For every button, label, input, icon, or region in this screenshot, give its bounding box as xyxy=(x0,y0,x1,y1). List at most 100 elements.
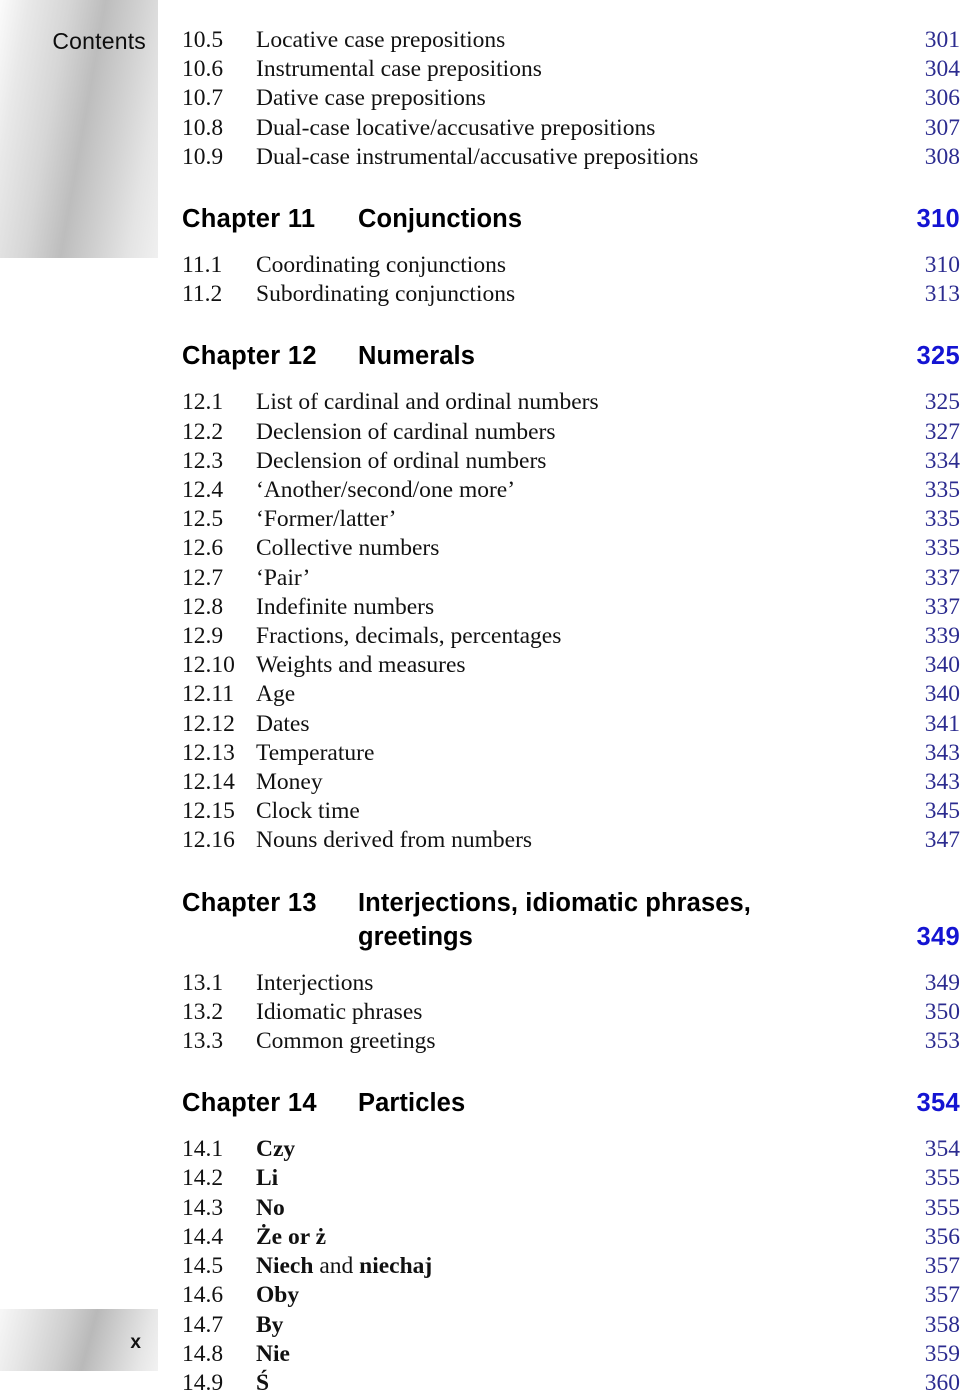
section-page-number: 313 xyxy=(924,281,960,308)
section-number: 14.7 xyxy=(182,1311,224,1338)
toc-section-row[interactable]: 12.12 Dates 341 xyxy=(182,710,960,739)
section-title: Interjections xyxy=(256,969,374,996)
headword: Czy xyxy=(256,1136,296,1163)
chapter-title-spacer xyxy=(182,236,960,251)
toc-chapter-row[interactable]: Chapter 11 Conjunctions 310 xyxy=(182,202,960,236)
toc-section-row[interactable]: 12.14 Money 343 xyxy=(182,768,960,797)
section-title: Indefinite numbers xyxy=(256,593,435,620)
section-number: 12.15 xyxy=(182,798,235,825)
section-title: Czy xyxy=(256,1135,908,1164)
toc-section-row[interactable]: 10.9 Dual-case instrumental/accusative pr… xyxy=(182,143,960,172)
running-head-title: Contents xyxy=(52,28,146,54)
toc-section-row[interactable]: 11.2 Subordinating conjunctions 313 xyxy=(182,280,960,309)
chapter-title: Numerals xyxy=(358,342,476,371)
toc-section-row[interactable]: 12.4 ‘Another/second/one more’ 335 xyxy=(182,476,960,505)
toc-section-row[interactable]: 13.3 Common greetings 353 xyxy=(182,1027,960,1056)
section-page-number: 354 xyxy=(924,1136,960,1163)
section-page-number: 308 xyxy=(924,143,960,170)
section-number: 14.2 xyxy=(182,1165,224,1192)
chapter-title-line-2: greetings xyxy=(358,922,473,951)
section-title: Dual-case instrumental/accusative prepos… xyxy=(256,143,699,170)
section-page-number: 343 xyxy=(924,769,960,796)
section-title: Declension of ordinal numbers xyxy=(256,447,547,474)
section-title: Że or ż xyxy=(256,1223,908,1252)
toc-chapter-row[interactable]: Chapter 14 Particles 354 xyxy=(182,1086,960,1120)
section-page-number: 343 xyxy=(924,739,960,766)
section-page-number: 327 xyxy=(924,418,960,445)
toc-section-row[interactable]: 10.7 Dative case prepositions 306 xyxy=(182,84,960,113)
toc-chapter-row[interactable]: Chapter 13 Interjections, idiomatic phras… xyxy=(182,886,960,920)
section-title: Declension of cardinal numbers xyxy=(256,418,556,445)
section-title: Niech and niechaj xyxy=(256,1252,908,1281)
toc-section-row[interactable]: 12.1 List of cardinal and ordinal numbers… xyxy=(182,388,960,417)
chapter-title: Conjunctions xyxy=(358,205,523,234)
section-page-number: 359 xyxy=(924,1340,960,1367)
chapter-number: Chapter 12 xyxy=(182,342,317,371)
chapter-page-number: 310 xyxy=(916,205,960,234)
section-number: 12.14 xyxy=(182,769,235,796)
section-title: Coordinating conjunctions xyxy=(256,252,506,279)
toc-section-row[interactable]: 12.5 ‘Former/latter’ 335 xyxy=(182,505,960,534)
section-title: ‘Former/latter’ xyxy=(256,506,397,533)
section-page-number: 306 xyxy=(924,85,960,112)
section-number: 14.6 xyxy=(182,1282,224,1309)
toc-section-row[interactable]: 14.5 Niech and niechaj 357 xyxy=(182,1252,960,1281)
toc-section-row[interactable]: 12.13 Temperature 343 xyxy=(182,739,960,768)
section-page-number: 337 xyxy=(924,564,960,591)
toc-section-row[interactable]: 10.8 Dual-case locative/accusative prepos… xyxy=(182,114,960,143)
section-number: 14.5 xyxy=(182,1253,224,1280)
section-title: Dual-case locative/accusative prepositio… xyxy=(256,114,656,141)
folio-page-number: x xyxy=(130,1332,141,1353)
section-page-number: 355 xyxy=(924,1194,960,1221)
toc-section-row[interactable]: 12.2 Declension of cardinal numbers 327 xyxy=(182,418,960,447)
section-number: 13.1 xyxy=(182,969,224,996)
headword: No xyxy=(256,1194,285,1221)
section-number: 12.10 xyxy=(182,652,235,679)
toc-section-row[interactable]: 14.2 Li 355 xyxy=(182,1164,960,1193)
section-page-number: 357 xyxy=(924,1253,960,1280)
section-title: Dative case prepositions xyxy=(256,85,486,112)
toc-section-row[interactable]: 10.5 Locative case prepositions 301 xyxy=(182,26,960,55)
toc-chapter-row-continued[interactable]: greetings 349 xyxy=(182,920,960,954)
toc-section-row[interactable]: 12.10 Weights and measures 340 xyxy=(182,651,960,680)
toc-section-row[interactable]: 14.6 Oby 357 xyxy=(182,1281,960,1310)
toc-section-row[interactable]: 14.4 Że or ż 356 xyxy=(182,1223,960,1252)
section-number: 12.12 xyxy=(182,710,235,737)
toc-section-row[interactable]: 12.9 Fractions, decimals, percentages 339 xyxy=(182,622,960,651)
section-number: 11.2 xyxy=(182,281,223,308)
toc-section-row[interactable]: 12.8 Indefinite numbers 337 xyxy=(182,593,960,622)
toc-section-row[interactable]: 14.7 By 358 xyxy=(182,1311,960,1340)
chapter-title-spacer xyxy=(182,954,960,969)
toc-section-row[interactable]: 13.2 Idiomatic phrases 350 xyxy=(182,998,960,1027)
section-number: 12.13 xyxy=(182,739,235,766)
section-number: 10.6 xyxy=(182,56,224,83)
toc-section-row[interactable]: 13.1 Interjections 349 xyxy=(182,969,960,998)
toc-section-row[interactable]: 14.1 Czy 354 xyxy=(182,1135,960,1164)
section-number: 13.3 xyxy=(182,1028,224,1055)
toc-section-row[interactable]: 14.8 Nie 359 xyxy=(182,1340,960,1369)
toc-section-row[interactable]: 12.6 Collective numbers 335 xyxy=(182,534,960,563)
section-number: 14.3 xyxy=(182,1194,224,1221)
toc-chapter-row[interactable]: Chapter 12 Numerals 325 xyxy=(182,339,960,373)
section-title: Fractions, decimals, percentages xyxy=(256,623,562,650)
toc-section-row[interactable]: 12.3 Declension of ordinal numbers 334 xyxy=(182,447,960,476)
toc-section-row[interactable]: 11.1 Coordinating conjunctions 310 xyxy=(182,251,960,280)
toc-section-row[interactable]: 14.3 No 355 xyxy=(182,1194,960,1223)
section-page-number: 339 xyxy=(924,623,960,650)
toc-section-row[interactable]: 12.15 Clock time 345 xyxy=(182,797,960,826)
toc-section-row[interactable]: 14.9 Ś 360 xyxy=(182,1369,960,1395)
toc-section-row[interactable]: 12.16 Nouns derived from numbers 347 xyxy=(182,826,960,855)
section-title: Money xyxy=(256,769,323,796)
toc-section-row[interactable]: 12.7 ‘Pair’ 337 xyxy=(182,564,960,593)
section-title: Temperature xyxy=(256,739,375,766)
section-title: Li xyxy=(256,1164,908,1193)
section-number: 12.8 xyxy=(182,593,224,620)
toc-section-row[interactable]: 12.11 Age 340 xyxy=(182,680,960,709)
toc-section-row[interactable]: 10.6 Instrumental case prepositions 304 xyxy=(182,55,960,84)
section-title: Oby xyxy=(256,1281,908,1310)
section-number: 14.1 xyxy=(182,1136,224,1163)
section-page-number: 355 xyxy=(924,1165,960,1192)
chapter-number: Chapter 11 xyxy=(182,205,316,234)
chapter-title-spacer xyxy=(182,373,960,388)
